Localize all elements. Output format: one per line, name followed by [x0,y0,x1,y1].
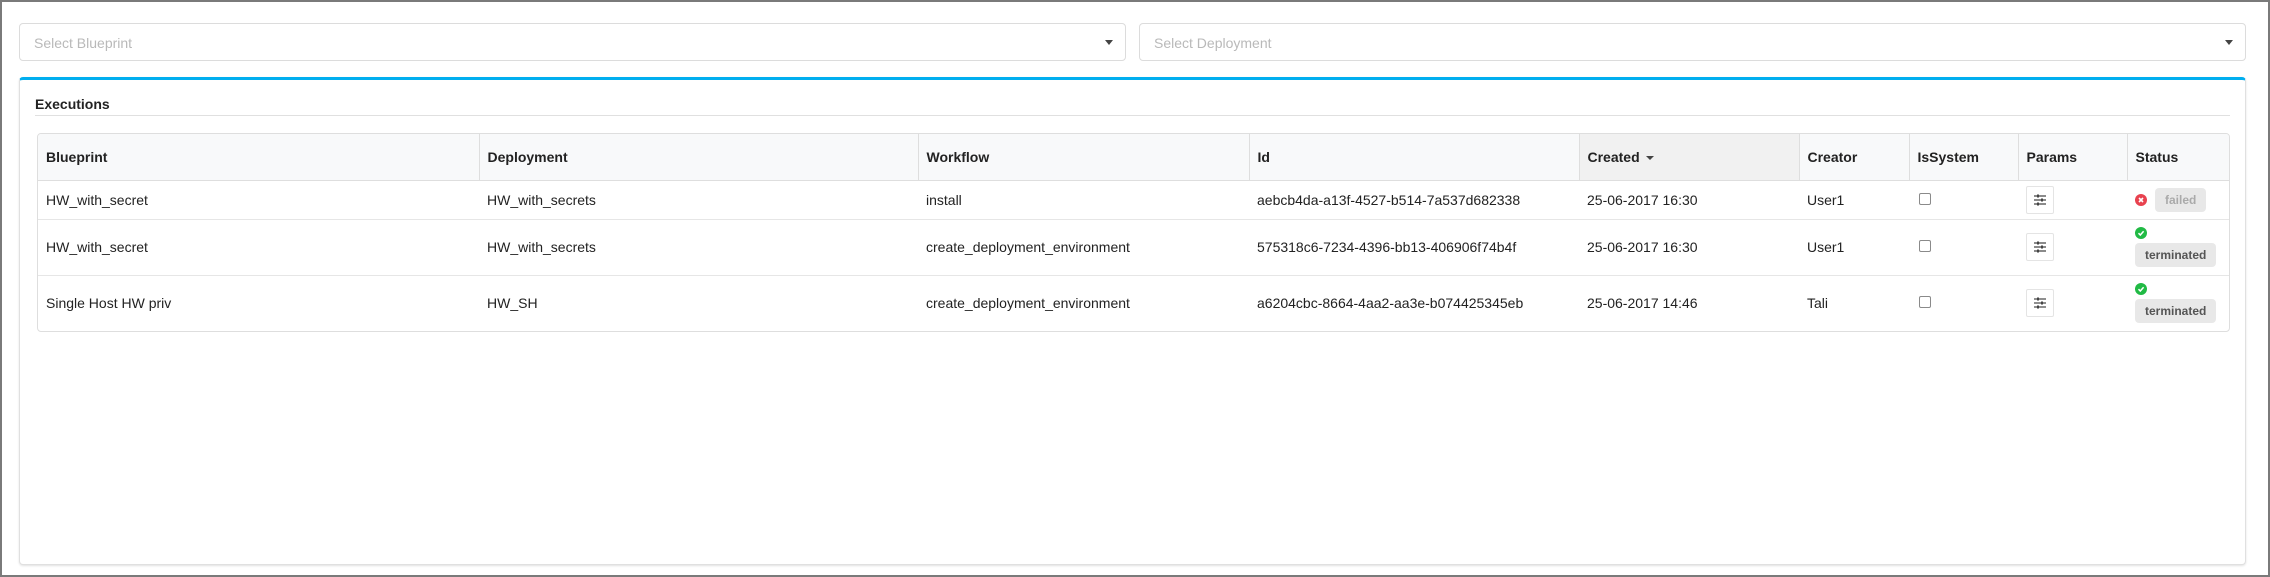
column-header-params: Params [2017,134,2127,181]
issystem-checkbox[interactable] [1919,296,1931,309]
app-frame: Select Blueprint Select Deployment Execu… [0,0,2270,577]
check-circle-icon [2135,283,2147,296]
blueprint-select-placeholder: Select Blueprint [34,35,133,51]
cell-status: terminated [2127,218,2229,275]
column-header-issystem[interactable]: IsSystem [1908,134,2018,181]
table-row[interactable]: Single Host HW priv HW_SH create_deploym… [38,274,2229,331]
column-header-workflow[interactable]: Workflow [917,134,1249,181]
cell-created: 25-06-2017 14:46 [1579,274,1799,331]
blueprint-select[interactable]: Select Blueprint [19,23,1126,61]
sliders-icon [2034,194,2046,205]
cell-blueprint: HW_with_secret [46,191,148,208]
cell-creator: Tali [1799,274,1909,331]
cell-id: aebcb4da-a13f-4527-b514-7a537d682338 [1257,191,1521,208]
cell-blueprint: Single Host HW priv [38,274,479,331]
cell-id: 575318c6-7234-4396-bb13-406906f74b4f [1249,218,1579,275]
cell-deployment: HW_with_secrets [479,218,918,275]
sliders-icon [2034,241,2046,253]
widget-title: Executions [35,96,110,112]
table-row[interactable]: HW_with_secret HW_with_secrets create_de… [38,218,2229,275]
issystem-checkbox[interactable] [1919,240,1931,252]
cell-creator: User1 [1807,191,1845,208]
issystem-checkbox[interactable] [1919,192,1931,205]
table-row[interactable]: HW_with_secret HW_with_secrets install a… [38,180,2229,219]
cell-status: terminated [2127,274,2229,331]
column-header-status[interactable]: Status [2126,134,2229,181]
cell-deployment: HW_SH [479,274,918,331]
sort-descending-icon [1645,156,1654,161]
status-badge: failed [2155,187,2207,212]
params-button[interactable] [2026,185,2054,214]
filters-bar: Select Blueprint Select Deployment [19,23,2246,61]
cell-deployment: HW_with_secrets [487,191,596,208]
cell-issystem [1909,180,2018,219]
status-badge: terminated [2135,243,2217,267]
column-header-created-label: Created [1587,148,1640,165]
column-header-id[interactable]: Id [1248,134,1579,181]
cell-issystem [1909,218,2018,275]
x-circle-icon [2135,193,2147,206]
cell-created: 25-06-2017 16:30 [1587,191,1698,208]
cell-workflow: create_deployment_environment [918,218,1249,275]
cell-blueprint: HW_with_secret [38,218,479,275]
executions-widget: Executions Blueprint Deployment Workflow… [19,77,2246,565]
cell-status: failed [2127,180,2229,219]
cell-created: 25-06-2017 16:30 [1579,218,1799,275]
table-header-row: Blueprint Deployment Workflow Id Created… [38,134,2229,181]
cell-creator: User1 [1799,218,1909,275]
deployment-select-placeholder: Select Deployment [1154,35,1272,51]
status-badge: terminated [2135,299,2217,324]
cell-issystem [1909,274,2018,331]
cell-id: a6204cbc-8664-4aa2-aa3e-b074425345eb [1249,274,1579,331]
cell-params [2018,218,2127,275]
params-button[interactable] [2026,233,2054,261]
cell-workflow: install [926,191,962,208]
executions-table: Blueprint Deployment Workflow Id Created… [37,133,2230,332]
column-header-created[interactable]: Created [1578,134,1799,181]
column-header-blueprint[interactable]: Blueprint [38,134,479,181]
column-header-deployment[interactable]: Deployment [478,134,918,181]
chevron-down-icon [2225,40,2233,45]
cell-workflow: create_deployment_environment [918,274,1249,331]
cell-params [2018,274,2127,331]
title-divider [35,115,2230,116]
column-header-creator[interactable]: Creator [1798,134,1909,181]
chevron-down-icon [1105,40,1113,45]
params-button[interactable] [2026,289,2054,318]
cell-params [2018,180,2127,219]
check-circle-icon [2135,227,2147,239]
deployment-select[interactable]: Select Deployment [1139,23,2246,61]
sliders-icon [2034,297,2046,309]
